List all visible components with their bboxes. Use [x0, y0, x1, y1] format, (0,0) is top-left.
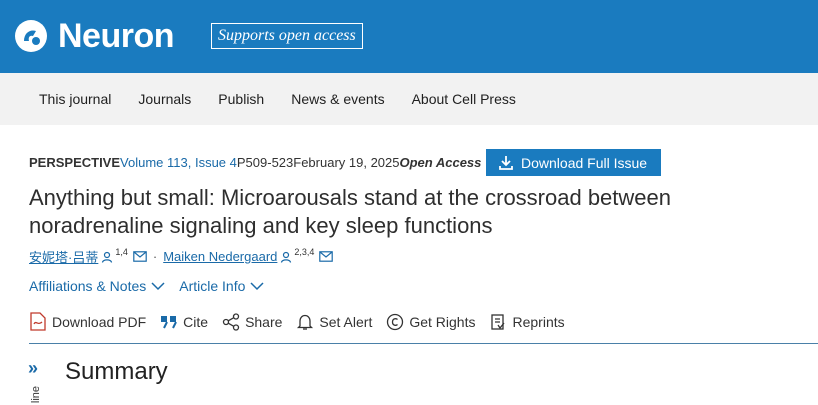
author-separator: · — [152, 249, 158, 264]
affiliations-notes-toggle[interactable]: Affiliations & Notes — [29, 278, 165, 294]
nav-journals[interactable]: Journals — [138, 91, 191, 107]
reprints-label: Reprints — [512, 313, 565, 330]
cell-press-logo-icon — [15, 20, 47, 52]
affiliations-notes-label: Affiliations & Notes — [29, 278, 147, 294]
cite-button[interactable]: Cite — [160, 314, 208, 330]
author-affiliation-numbers: 1,4 — [115, 246, 128, 257]
section-divider — [29, 343, 818, 344]
publish-date: February 19, 2025 — [293, 155, 400, 170]
download-icon — [499, 155, 513, 170]
reprints-button[interactable]: Reprints — [489, 313, 565, 331]
article-details-links: Affiliations & Notes Article Info — [29, 278, 278, 294]
copyright-icon — [387, 313, 404, 330]
logo-text: Neuron — [58, 17, 175, 55]
author-list: 安妮塔·吕蒂 1,4 · Maiken Nedergaard 2,3,4 — [29, 246, 334, 266]
get-rights-button[interactable]: Get Rights — [386, 313, 475, 331]
cite-label: Cite — [183, 313, 209, 330]
open-access-badge[interactable]: Supports open access — [211, 23, 363, 49]
article-tools: Download PDF Cite Share Set Alert Get Ri… — [29, 312, 579, 331]
get-rights-label: Get Rights — [409, 313, 476, 330]
bell-icon — [297, 314, 314, 330]
quote-icon — [161, 315, 178, 328]
article-title: Anything but small: Microarousals stand … — [29, 185, 671, 238]
download-full-issue-button[interactable]: Download Full Issue — [486, 149, 661, 176]
masthead: Neuron Supports open access — [0, 0, 818, 73]
download-pdf-button[interactable]: Download PDF — [29, 312, 146, 331]
share-button[interactable]: Share — [222, 312, 283, 331]
journal-logo[interactable]: Neuron — [14, 16, 175, 56]
main-nav: This journal Journals Publish News & eve… — [0, 73, 818, 125]
person-icon[interactable] — [101, 251, 113, 263]
share-label: Share — [245, 313, 283, 330]
article-meta: PERSPECTIVE Volume 113, Issue 4 P509-523… — [29, 155, 481, 170]
open-access-label: Open Access — [399, 155, 482, 170]
person-icon[interactable] — [280, 251, 292, 263]
chevron-down-icon — [250, 282, 264, 291]
nav-this-journal[interactable]: This journal — [39, 91, 111, 107]
article-info-label: Article Info — [179, 278, 246, 294]
nav-publish[interactable]: Publish — [218, 91, 264, 107]
download-full-issue-label: Download Full Issue — [521, 154, 648, 171]
volume-link[interactable]: Volume 113, Issue 4 — [120, 155, 237, 170]
nav-about-cell-press[interactable]: About Cell Press — [412, 91, 516, 107]
reprints-icon — [491, 313, 505, 330]
email-icon[interactable] — [319, 251, 334, 262]
author-name[interactable]: Maiken Nedergaard — [163, 249, 277, 264]
set-alert-label: Set Alert — [319, 313, 373, 330]
pdf-icon — [30, 312, 46, 331]
set-alert-button[interactable]: Set Alert — [296, 313, 372, 331]
page-range: P509-523 — [236, 155, 294, 170]
summary-heading: Summary — [65, 358, 168, 385]
download-pdf-label: Download PDF — [52, 313, 147, 330]
email-icon[interactable] — [133, 251, 147, 262]
article-type: PERSPECTIVE — [29, 155, 121, 170]
share-icon — [222, 312, 240, 331]
author-name[interactable]: 安妮塔·吕蒂 — [29, 247, 98, 266]
chevron-down-icon — [151, 282, 165, 291]
nav-news-events[interactable]: News & events — [291, 91, 384, 107]
article-info-toggle[interactable]: Article Info — [179, 278, 264, 294]
expand-outline-button[interactable]: » — [28, 358, 38, 379]
author-affiliation-numbers: 2,3,4 — [294, 246, 315, 257]
outline-label[interactable]: line — [30, 386, 42, 403]
